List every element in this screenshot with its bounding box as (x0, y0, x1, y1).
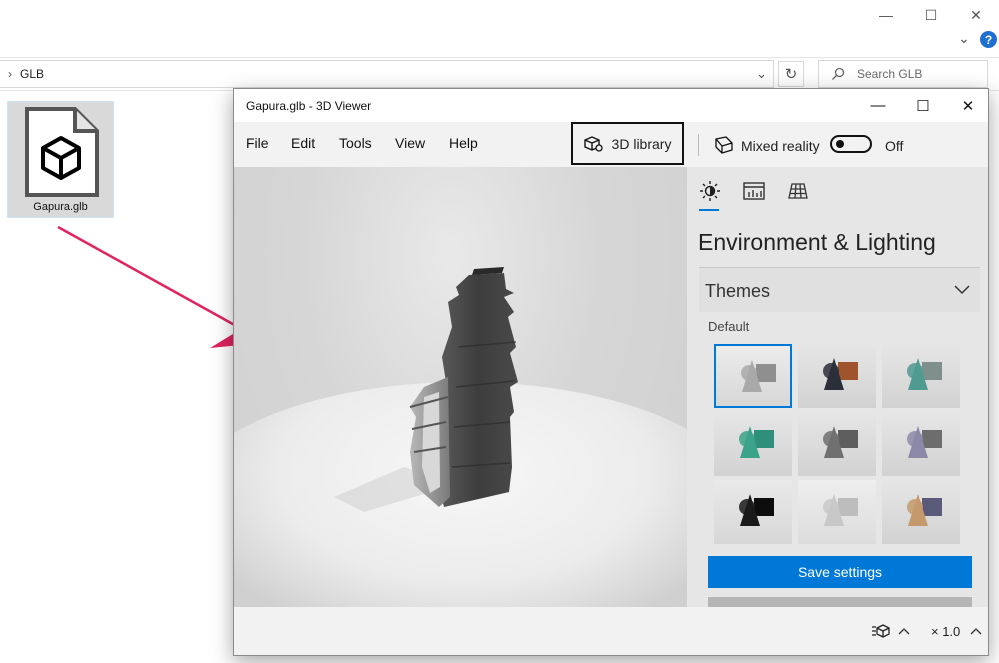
mixed-reality-state: Off (885, 138, 904, 154)
theme-grid (714, 344, 964, 546)
file-item-gapura[interactable]: Gapura.glb (7, 101, 114, 218)
menubar-divider (698, 134, 699, 156)
gapura-model (334, 267, 518, 512)
theme-preview-shapes (907, 426, 942, 458)
theme-preview-shapes (823, 494, 858, 526)
theme-thumbnail[interactable] (882, 480, 960, 544)
chevron-down-icon (954, 285, 970, 295)
environment-panel: Environment & Lighting Themes Default Sa… (687, 167, 988, 607)
address-chevron-icon: › (8, 67, 12, 81)
refresh-icon[interactable]: ↻ (778, 61, 804, 87)
viewer-close-button[interactable]: ✕ (945, 89, 991, 122)
3d-viewport[interactable] (234, 167, 687, 607)
zoom-level: × 1.0 (931, 624, 961, 639)
search-input[interactable]: Search GLB (818, 60, 988, 88)
ribbon-expand-chevron-icon[interactable]: ⌄ (958, 30, 970, 47)
theme-preview-shapes (907, 358, 942, 390)
mixed-reality-toggle[interactable] (830, 135, 872, 153)
viewer-titlebar: Gapura.glb - 3D Viewer — ☐ ✕ (234, 89, 988, 122)
theme-thumbnail[interactable] (714, 480, 792, 544)
explorer-titlebar: — ☐ ✕ ⌄ ? (0, 0, 999, 52)
address-dropdown-icon[interactable]: ⌄ (756, 66, 767, 82)
theme-preview-shapes (739, 494, 774, 526)
3d-library-button[interactable]: 3D library (571, 122, 684, 165)
mixed-reality-label: Mixed reality (741, 138, 820, 154)
menu-edit[interactable]: Edit (291, 135, 315, 151)
menu-help[interactable]: Help (449, 135, 478, 151)
search-placeholder: Search GLB (857, 67, 923, 81)
search-icon (832, 67, 845, 80)
theme-thumbnail[interactable] (798, 480, 876, 544)
address-bar[interactable]: › GLB ⌄ (0, 60, 774, 88)
viewer-minimize-button[interactable]: — (855, 89, 901, 122)
toggle-knob (836, 140, 844, 148)
theme-preview-shapes (823, 358, 858, 390)
3d-library-label: 3D library (611, 135, 672, 152)
secondary-button[interactable] (708, 597, 972, 607)
theme-thumbnail[interactable] (882, 344, 960, 408)
explorer-address-row: › GLB ⌄ ↻ Search GLB (0, 57, 999, 91)
themes-label: Themes (705, 281, 771, 301)
viewer-title: Gapura.glb - 3D Viewer (246, 99, 372, 113)
mixed-reality-icon (715, 136, 733, 154)
explorer-maximize-button[interactable]: ☐ (908, 0, 954, 30)
explorer-close-button[interactable]: ✕ (953, 0, 999, 30)
theme-thumbnail[interactable] (798, 412, 876, 476)
address-path[interactable]: GLB (20, 67, 44, 81)
themes-section-header[interactable]: Themes (699, 268, 980, 312)
theme-thumbnail[interactable] (882, 412, 960, 476)
explorer-minimize-button[interactable]: — (863, 0, 909, 30)
menu-tools[interactable]: Tools (339, 135, 372, 151)
grid-tab-icon[interactable] (786, 179, 810, 203)
theme-thumbnail[interactable] (714, 412, 792, 476)
3d-library-icon (583, 135, 603, 152)
chevron-up-icon[interactable] (898, 627, 910, 635)
theme-thumbnail[interactable] (798, 344, 876, 408)
3d-viewer-window: Gapura.glb - 3D Viewer — ☐ ✕ File Edit T… (233, 88, 989, 656)
save-settings-button[interactable]: Save settings (708, 556, 972, 588)
menu-file[interactable]: File (246, 135, 269, 151)
theme-preview-shapes (741, 360, 776, 392)
3d-file-icon (25, 107, 99, 197)
theme-preview-shapes (823, 426, 858, 458)
file-name-label: Gapura.glb (33, 201, 88, 213)
viewer-statusbar: × 1.0 (234, 607, 988, 655)
viewer-menubar: File Edit Tools View Help 3D library Mix… (234, 122, 988, 167)
theme-preview-shapes (907, 494, 942, 526)
viewer-maximize-button[interactable]: ☐ (900, 89, 946, 122)
orientation-icon[interactable] (871, 623, 891, 639)
help-icon[interactable]: ? (980, 31, 997, 48)
menu-view[interactable]: View (395, 135, 425, 151)
zoom-chevron-up-icon[interactable] (970, 627, 982, 635)
environment-lighting-tab-icon[interactable] (698, 179, 722, 203)
default-themes-label: Default (708, 319, 750, 334)
active-tab-indicator (699, 209, 719, 211)
theme-thumbnail[interactable] (714, 344, 792, 408)
panel-title: Environment & Lighting (698, 229, 936, 255)
theme-preview-shapes (739, 426, 774, 458)
stats-tab-icon[interactable] (742, 179, 766, 203)
